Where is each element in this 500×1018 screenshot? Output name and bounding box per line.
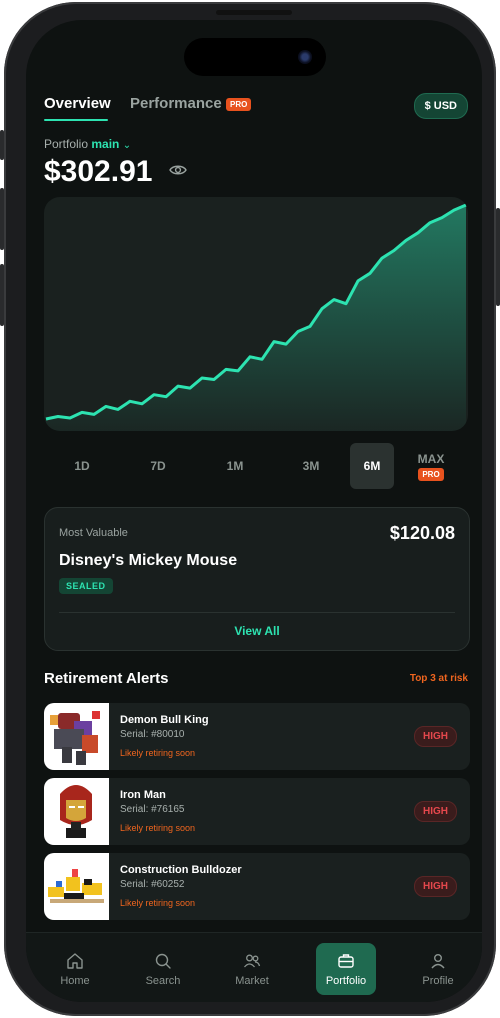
most-valuable-name: Disney's Mickey Mouse bbox=[59, 552, 238, 569]
alert-status: Likely retiring soon bbox=[120, 898, 196, 908]
nav-profile[interactable]: Profile bbox=[408, 943, 468, 995]
alert-serial: Serial: #76165 bbox=[120, 804, 185, 815]
nav-portfolio[interactable]: Portfolio bbox=[316, 943, 376, 995]
sealed-badge: SEALED bbox=[59, 578, 113, 594]
product-thumbnail bbox=[44, 703, 109, 770]
range-3m[interactable]: 3M bbox=[273, 443, 349, 489]
tab-performance[interactable]: Performance bbox=[130, 95, 222, 112]
tab-overview[interactable]: Overview bbox=[44, 95, 111, 112]
users-icon bbox=[244, 954, 261, 967]
alert-name: Demon Bull King bbox=[120, 714, 209, 726]
volume-up-button bbox=[0, 188, 4, 250]
nav-home-label: Home bbox=[60, 974, 90, 987]
risk-badge: HIGH bbox=[414, 801, 457, 822]
view-tabs: Overview Performance PRO $ USD bbox=[44, 93, 468, 125]
currency-button[interactable]: $ USD bbox=[413, 93, 468, 119]
chevron-down-icon: ⌄ bbox=[122, 140, 132, 151]
alert-item[interactable]: Construction Bulldozer Serial: #60252 Li… bbox=[44, 853, 470, 920]
product-thumbnail bbox=[44, 778, 109, 845]
most-valuable-label: Most Valuable bbox=[59, 527, 128, 539]
power-button bbox=[496, 208, 500, 306]
volume-down-button bbox=[0, 264, 4, 326]
portfolio-selector[interactable]: Portfolio main ⌄ bbox=[44, 137, 131, 151]
briefcase-icon bbox=[338, 953, 354, 968]
nav-home[interactable]: Home bbox=[45, 943, 105, 995]
nav-portfolio-label: Portfolio bbox=[325, 974, 367, 987]
alert-item[interactable]: Demon Bull King Serial: #80010 Likely re… bbox=[44, 703, 470, 770]
alert-name: Construction Bulldozer bbox=[120, 864, 242, 876]
most-valuable-card[interactable]: Most Valuable $120.08 Disney's Mickey Mo… bbox=[44, 507, 470, 651]
portfolio-chart bbox=[44, 197, 468, 431]
range-1d[interactable]: 1D bbox=[44, 443, 120, 489]
home-icon bbox=[67, 952, 83, 969]
tab-active-indicator bbox=[44, 119, 108, 121]
alert-status: Likely retiring soon bbox=[120, 748, 196, 758]
risk-badge: HIGH bbox=[414, 726, 457, 747]
range-max[interactable]: MAX PRO bbox=[408, 443, 454, 489]
portfolio-name: main bbox=[91, 137, 120, 151]
alert-serial: Serial: #80010 bbox=[120, 729, 185, 740]
alert-status: Likely retiring soon bbox=[120, 823, 196, 833]
product-thumbnail bbox=[44, 853, 109, 920]
divider bbox=[59, 612, 455, 613]
mute-switch bbox=[0, 130, 4, 160]
retirement-alerts-title: Retirement Alerts bbox=[44, 670, 169, 687]
most-valuable-price: $120.08 bbox=[389, 523, 455, 543]
speaker-grill bbox=[216, 10, 292, 15]
phone-frame: Overview Performance PRO $ USD Portfolio… bbox=[0, 2, 500, 1016]
chart-area bbox=[46, 205, 466, 431]
view-all-button[interactable]: View All bbox=[45, 624, 469, 638]
chart-svg bbox=[45, 203, 467, 431]
nav-profile-label: Profile bbox=[422, 974, 454, 987]
top-at-risk-link[interactable]: Top 3 at risk bbox=[410, 673, 468, 684]
range-7d[interactable]: 7D bbox=[120, 443, 196, 489]
eye-icon[interactable] bbox=[169, 164, 187, 176]
alert-serial: Serial: #60252 bbox=[120, 879, 185, 890]
alert-name: Iron Man bbox=[120, 789, 166, 801]
alert-item[interactable]: Iron Man Serial: #76165 Likely retiring … bbox=[44, 778, 470, 845]
portfolio-label: Portfolio bbox=[44, 137, 89, 151]
pro-badge: PRO bbox=[418, 467, 444, 481]
bottom-nav: Home Search Market Portfolio Profile bbox=[26, 932, 482, 1002]
risk-badge: HIGH bbox=[414, 876, 457, 897]
portfolio-value: $302.91 bbox=[44, 155, 153, 188]
range-6m[interactable]: 6M bbox=[350, 443, 394, 489]
camera-icon bbox=[298, 50, 312, 64]
user-icon bbox=[431, 953, 445, 968]
range-selector: 1D 7D 1M 3M 6M MAX PRO bbox=[44, 443, 468, 489]
dynamic-island bbox=[184, 38, 326, 76]
screen: Overview Performance PRO $ USD Portfolio… bbox=[26, 20, 482, 1002]
pro-badge: PRO bbox=[226, 98, 252, 111]
nav-search[interactable]: Search bbox=[133, 943, 193, 995]
nav-market[interactable]: Market bbox=[222, 943, 282, 995]
nav-search-label: Search bbox=[145, 974, 181, 987]
nav-market-label: Market bbox=[235, 974, 269, 987]
range-max-label: MAX bbox=[417, 451, 445, 466]
search-icon bbox=[155, 953, 171, 969]
range-1m[interactable]: 1M bbox=[197, 443, 273, 489]
